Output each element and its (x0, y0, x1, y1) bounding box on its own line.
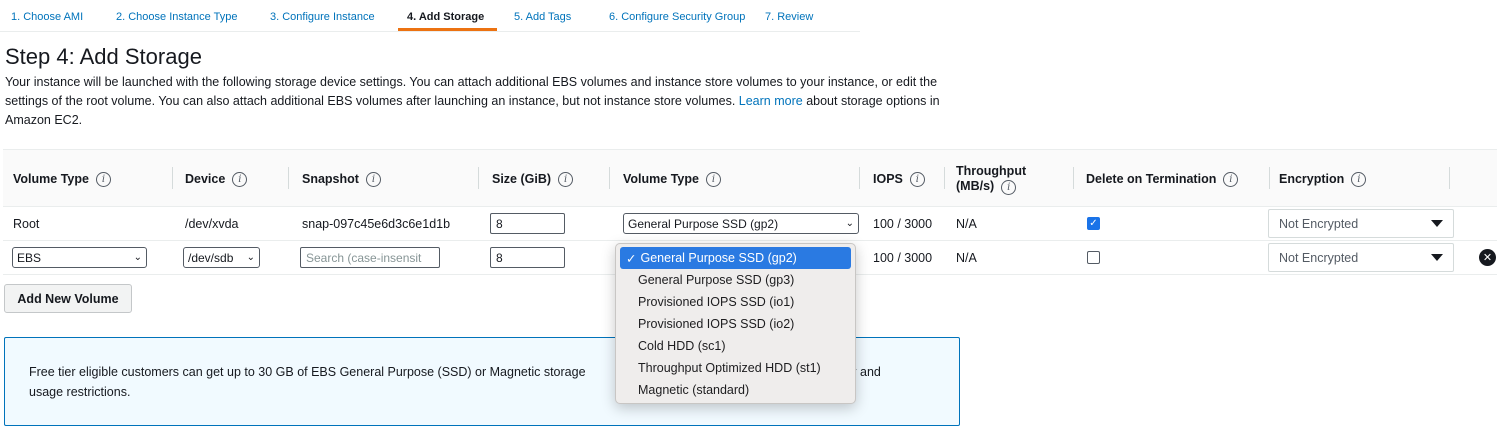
active-tab-indicator (398, 28, 497, 31)
delete-on-termination-checkbox[interactable]: ✓ (1087, 217, 1100, 230)
select-value: Not Encrypted (1279, 250, 1359, 265)
cell-iops: 100 / 3000 (873, 250, 933, 265)
snapshot-search-input[interactable] (300, 247, 440, 268)
header-label: Size (GiB) (492, 172, 552, 186)
dropdown-option-standard[interactable]: Magnetic (standard) (620, 379, 851, 401)
col-header-throughput: Throughput (MB/s) i (956, 150, 1074, 208)
remove-volume-icon[interactable]: ✕ (1479, 249, 1496, 266)
page-description: Your instance will be launched with the … (5, 73, 965, 130)
check-icon: ✓ (1089, 217, 1098, 229)
dropdown-option-gp2[interactable]: ✓ General Purpose SSD (gp2) (620, 247, 851, 269)
header-label: Volume Type (13, 172, 89, 186)
col-header-delete-on-termination: Delete on Termination i (1086, 150, 1270, 208)
encryption-select[interactable]: Not Encrypted (1268, 209, 1454, 238)
chevron-down-icon: ⌄ (246, 252, 255, 263)
cell-throughput: N/A (956, 250, 977, 265)
caret-down-icon (1431, 220, 1443, 227)
free-tier-text-start: Free tier eligible customers can get up … (29, 365, 586, 379)
volume-type-select-ebs[interactable]: EBS ⌄ (12, 247, 147, 268)
free-tier-text-line2: usage restrictions. (29, 385, 131, 399)
column-divider (944, 167, 945, 189)
volume-type-select[interactable]: General Purpose SSD (gp2) ⌄ (623, 213, 859, 234)
encryption-select[interactable]: Not Encrypted (1268, 243, 1454, 272)
device-select[interactable]: /dev/sdb ⌄ (183, 247, 260, 268)
col-header-device: Device i (185, 150, 289, 208)
tab-add-tags[interactable]: 5. Add Tags (514, 11, 571, 23)
cell-device: /dev/xvda (185, 216, 239, 231)
header-label: Device (185, 172, 226, 186)
cell-volume-type: Root (13, 216, 40, 231)
select-value: EBS (17, 250, 42, 265)
size-input[interactable] (490, 247, 565, 268)
cell-iops: 100 / 3000 (873, 216, 933, 231)
column-divider (172, 167, 173, 189)
header-label: Delete on Termination (1086, 172, 1217, 186)
chevron-down-icon: ⌄ (133, 252, 142, 263)
info-icon[interactable]: i (95, 171, 111, 187)
info-icon[interactable]: i (232, 171, 248, 187)
wizard-tabs: 1. Choose AMI 2. Choose Instance Type 3.… (0, 0, 860, 32)
checkmark-icon: ✓ (626, 251, 637, 266)
tab-choose-ami[interactable]: 1. Choose AMI (11, 11, 83, 23)
header-label-line1: Throughput (956, 163, 1027, 178)
dropdown-option-io2[interactable]: Provisioned IOPS SSD (io2) (620, 313, 851, 335)
volume-type-dropdown-menu: ✓ General Purpose SSD (gp2) General Purpo… (615, 243, 856, 404)
column-divider (1269, 167, 1270, 189)
info-icon[interactable]: i (1351, 171, 1367, 187)
add-new-volume-button[interactable]: Add New Volume (4, 284, 132, 313)
tab-add-storage[interactable]: 4. Add Storage (407, 11, 484, 23)
col-header-iops: IOPS i (873, 150, 945, 208)
tab-choose-instance-type[interactable]: 2. Choose Instance Type (116, 11, 238, 23)
info-icon[interactable]: i (1001, 179, 1017, 195)
column-divider (859, 167, 860, 189)
dropdown-option-sc1[interactable]: Cold HDD (sc1) (620, 335, 851, 357)
header-label: Volume Type (623, 172, 699, 186)
select-value: General Purpose SSD (gp2) (628, 216, 779, 231)
header-label-line2: (MB/s) i (956, 179, 1026, 195)
select-value: /dev/sdb (188, 250, 234, 265)
dropdown-option-st1[interactable]: Throughput Optimized HDD (st1) (620, 357, 851, 379)
tab-configure-security-group[interactable]: 6. Configure Security Group (609, 11, 745, 23)
option-label: General Purpose SSD (gp2) (640, 251, 797, 265)
learn-more-link[interactable]: Learn more (739, 94, 803, 108)
tab-configure-instance[interactable]: 3. Configure Instance (270, 11, 375, 23)
info-icon[interactable]: i (1223, 171, 1239, 187)
column-divider (478, 167, 479, 189)
header-label-unit: (MB/s) (956, 178, 995, 193)
col-header-size: Size (GiB) i (492, 150, 610, 208)
column-divider (609, 167, 610, 189)
table-row-root: Root /dev/xvda snap-097c45e6d3c6e1d1b Ge… (3, 207, 1497, 241)
col-header-snapshot: Snapshot i (302, 150, 479, 208)
info-icon[interactable]: i (365, 171, 381, 187)
cell-throughput: N/A (956, 216, 977, 231)
info-icon[interactable]: i (705, 171, 721, 187)
size-input[interactable] (490, 213, 565, 234)
column-divider (1073, 167, 1074, 189)
select-value: Not Encrypted (1279, 216, 1359, 231)
tab-review[interactable]: 7. Review (765, 11, 813, 23)
info-icon[interactable]: i (909, 171, 925, 187)
storage-table-header: Volume Type i Device i Snapshot i Size (… (3, 149, 1497, 207)
header-label: Throughput (MB/s) i (956, 164, 1026, 195)
cell-snapshot: snap-097c45e6d3c6e1d1b (302, 216, 451, 231)
info-icon[interactable]: i (558, 171, 574, 187)
dropdown-option-gp3[interactable]: General Purpose SSD (gp3) (620, 269, 851, 291)
col-header-encryption: Encryption i (1279, 150, 1450, 208)
page-title: Step 4: Add Storage (5, 44, 202, 69)
col-header-volume-type-select: Volume Type i (623, 150, 860, 208)
header-label: IOPS (873, 172, 903, 186)
delete-on-termination-checkbox[interactable] (1087, 251, 1100, 264)
chevron-down-icon: ⌄ (845, 218, 854, 229)
header-label: Snapshot (302, 172, 359, 186)
column-divider (1449, 167, 1450, 189)
caret-down-icon (1431, 254, 1443, 261)
col-header-volume-type: Volume Type i (13, 150, 173, 208)
dropdown-option-io1[interactable]: Provisioned IOPS SSD (io1) (620, 291, 851, 313)
header-label: Encryption (1279, 172, 1345, 186)
column-divider (288, 167, 289, 189)
